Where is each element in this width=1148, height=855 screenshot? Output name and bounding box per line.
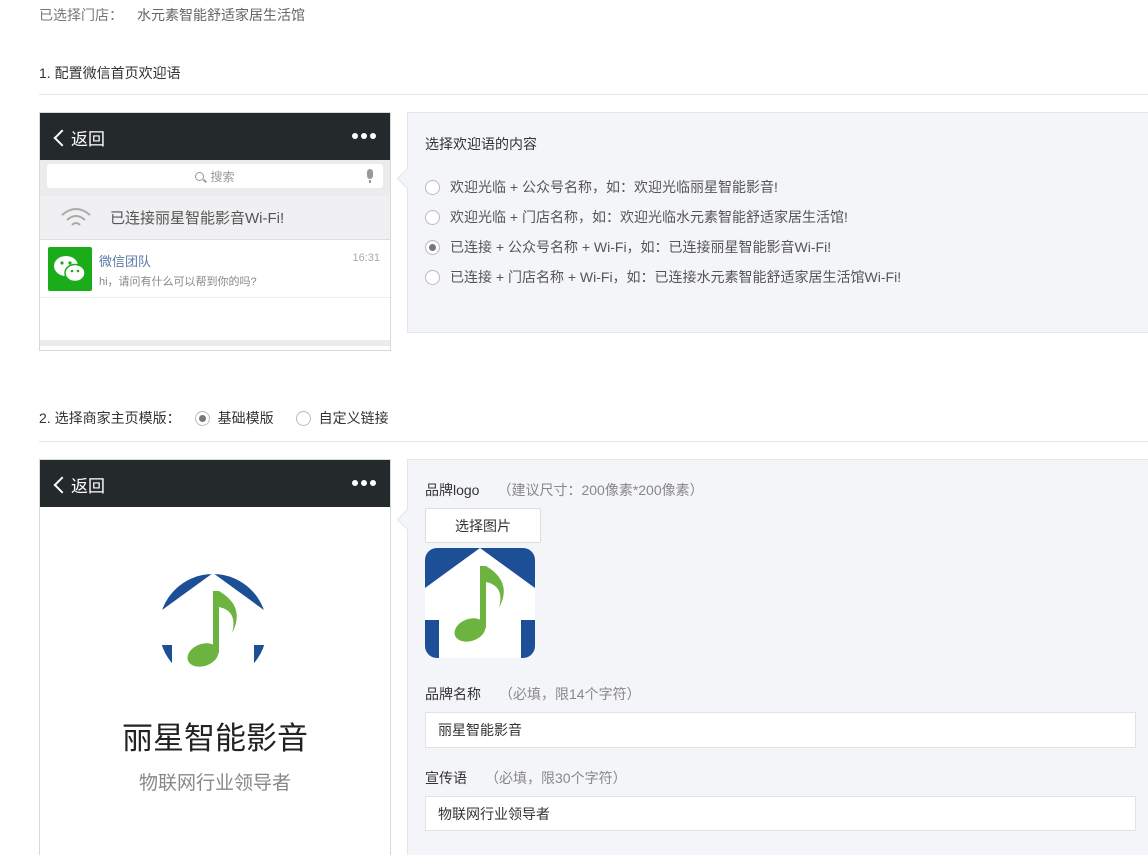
slogan-hint: （必填，限30个字符） (485, 770, 627, 786)
more-icon (352, 480, 376, 486)
phone-empty-area (40, 298, 390, 346)
welcome-panel-title: 选择欢迎语的内容 (425, 136, 537, 152)
slogan-label: 宣传语 (425, 770, 467, 786)
section1-divider (39, 94, 1148, 95)
slogan-field: 宣传语 （必填，限30个字符） (425, 768, 1131, 788)
wechat-home-preview: 返回 搜索 已连接丽星智能影音Wi-Fi! 微信团队 hi，请问有什么可以帮到你… (39, 112, 391, 351)
back-label: 返回 (71, 130, 105, 149)
more-icon (352, 133, 376, 139)
welcome-option-3-label: 已连接 + 公众号名称 + Wi-Fi，如：已连接丽星智能影音Wi-Fi! (450, 239, 832, 255)
template-basic-label[interactable]: 基础模版 (218, 408, 274, 428)
back-button: 返回 (53, 125, 105, 150)
brand-name-field: 品牌名称 （必填，限14个字符） (425, 684, 1131, 704)
selected-store-label: 已选择门店： (39, 7, 123, 23)
brand-name-preview: 丽星智能影音 (122, 721, 308, 756)
search-bar: 搜索 (40, 160, 390, 196)
section1-title: 1. 配置微信首页欢迎语 (39, 65, 181, 81)
brand-slogan-preview: 物联网行业领导者 (138, 773, 291, 794)
phone2-nav-bar: 返回 (40, 460, 390, 507)
search-input: 搜索 (47, 164, 383, 188)
brand-logo-circle (159, 574, 267, 682)
welcome-option-2[interactable]: 欢迎光临 + 门店名称，如：欢迎光临水元素智能舒适家居生活馆! (425, 202, 1131, 232)
chat-message: hi，请问有什么可以帮到你的吗? (99, 276, 257, 288)
logo-field: 品牌logo （建议尺寸：200像素*200像素） (425, 480, 1131, 500)
welcome-options: 欢迎光临 + 公众号名称，如：欢迎光临丽星智能影音! 欢迎光临 + 门店名称，如… (425, 172, 1131, 292)
brand-home-preview: 返回 丽星智能影音 物联网行业领导者 (39, 459, 391, 855)
template-custom-radio[interactable] (295, 410, 311, 426)
chevron-left-icon (53, 476, 71, 493)
brand-name-hint: （必填，限14个字符） (499, 686, 641, 702)
selected-store-value: 水元素智能舒适家居生活馆 (137, 7, 305, 23)
wifi-welcome-row: 已连接丽星智能影音Wi-Fi! (40, 196, 390, 240)
chevron-left-icon (53, 129, 71, 146)
welcome-option-4[interactable]: 已连接 + 门店名称 + Wi-Fi，如：已连接水元素智能舒适家居生活馆Wi-F… (425, 262, 1131, 292)
wifi-icon (61, 207, 91, 226)
selected-store: 已选择门店： 水元素智能舒适家居生活馆 (39, 5, 305, 25)
welcome-option-1[interactable]: 欢迎光临 + 公众号名称，如：欢迎光临丽星智能影音! (425, 172, 1131, 202)
welcome-option-2-label: 欢迎光临 + 门店名称，如：欢迎光临水元素智能舒适家居生活馆! (450, 209, 848, 225)
welcome-option-4-radio[interactable] (425, 269, 440, 285)
section2-title: 2. 选择商家主页模版： (39, 410, 181, 426)
wifi-welcome-text: 已连接丽星智能影音Wi-Fi! (110, 210, 285, 227)
brand-config-panel: 品牌logo （建议尺寸：200像素*200像素） 选择图片 品牌名称 （必填，限1… (407, 459, 1148, 855)
search-icon (195, 171, 205, 181)
chat-name: 微信团队 (99, 254, 152, 269)
welcome-option-4-label: 已连接 + 门店名称 + Wi-Fi，如：已连接水元素智能舒适家居生活馆Wi-F… (450, 269, 902, 285)
chat-list-item: 微信团队 hi，请问有什么可以帮到你的吗? 16:31 (40, 240, 390, 298)
search-placeholder: 搜索 (210, 169, 235, 184)
back-button-2: 返回 (53, 472, 105, 497)
template-basic-radio[interactable] (194, 410, 210, 426)
chat-time: 16:31 (352, 252, 380, 264)
slogan-input[interactable] (425, 796, 1136, 831)
welcome-option-1-radio[interactable] (425, 179, 440, 195)
section2-divider (39, 441, 1148, 442)
logo-hint: （建议尺寸：200像素*200像素） (497, 482, 704, 498)
welcome-option-2-radio[interactable] (425, 209, 440, 225)
welcome-option-1-label: 欢迎光临 + 公众号名称，如：欢迎光临丽星智能影音! (450, 179, 778, 195)
brand-name-label: 品牌名称 (425, 686, 481, 702)
welcome-config-panel: 选择欢迎语的内容 欢迎光临 + 公众号名称，如：欢迎光临丽星智能影音! 欢迎光临… (407, 112, 1148, 333)
phone-nav-bar: 返回 (40, 113, 390, 160)
welcome-option-3-radio[interactable] (425, 239, 440, 255)
choose-image-button[interactable]: 选择图片 (425, 508, 541, 543)
logo-label: 品牌logo (425, 482, 480, 498)
microphone-icon (367, 169, 373, 183)
template-custom-label[interactable]: 自定义链接 (319, 408, 389, 428)
brand-name-input[interactable] (425, 712, 1136, 748)
back-label-2: 返回 (71, 477, 105, 496)
welcome-option-3[interactable]: 已连接 + 公众号名称 + Wi-Fi，如：已连接丽星智能影音Wi-Fi! (425, 232, 1131, 262)
template-select-row: 2. 选择商家主页模版： 基础模版 自定义链接 (39, 408, 389, 428)
wechat-logo-icon (48, 247, 92, 291)
brand-logo-thumbnail (425, 548, 535, 658)
